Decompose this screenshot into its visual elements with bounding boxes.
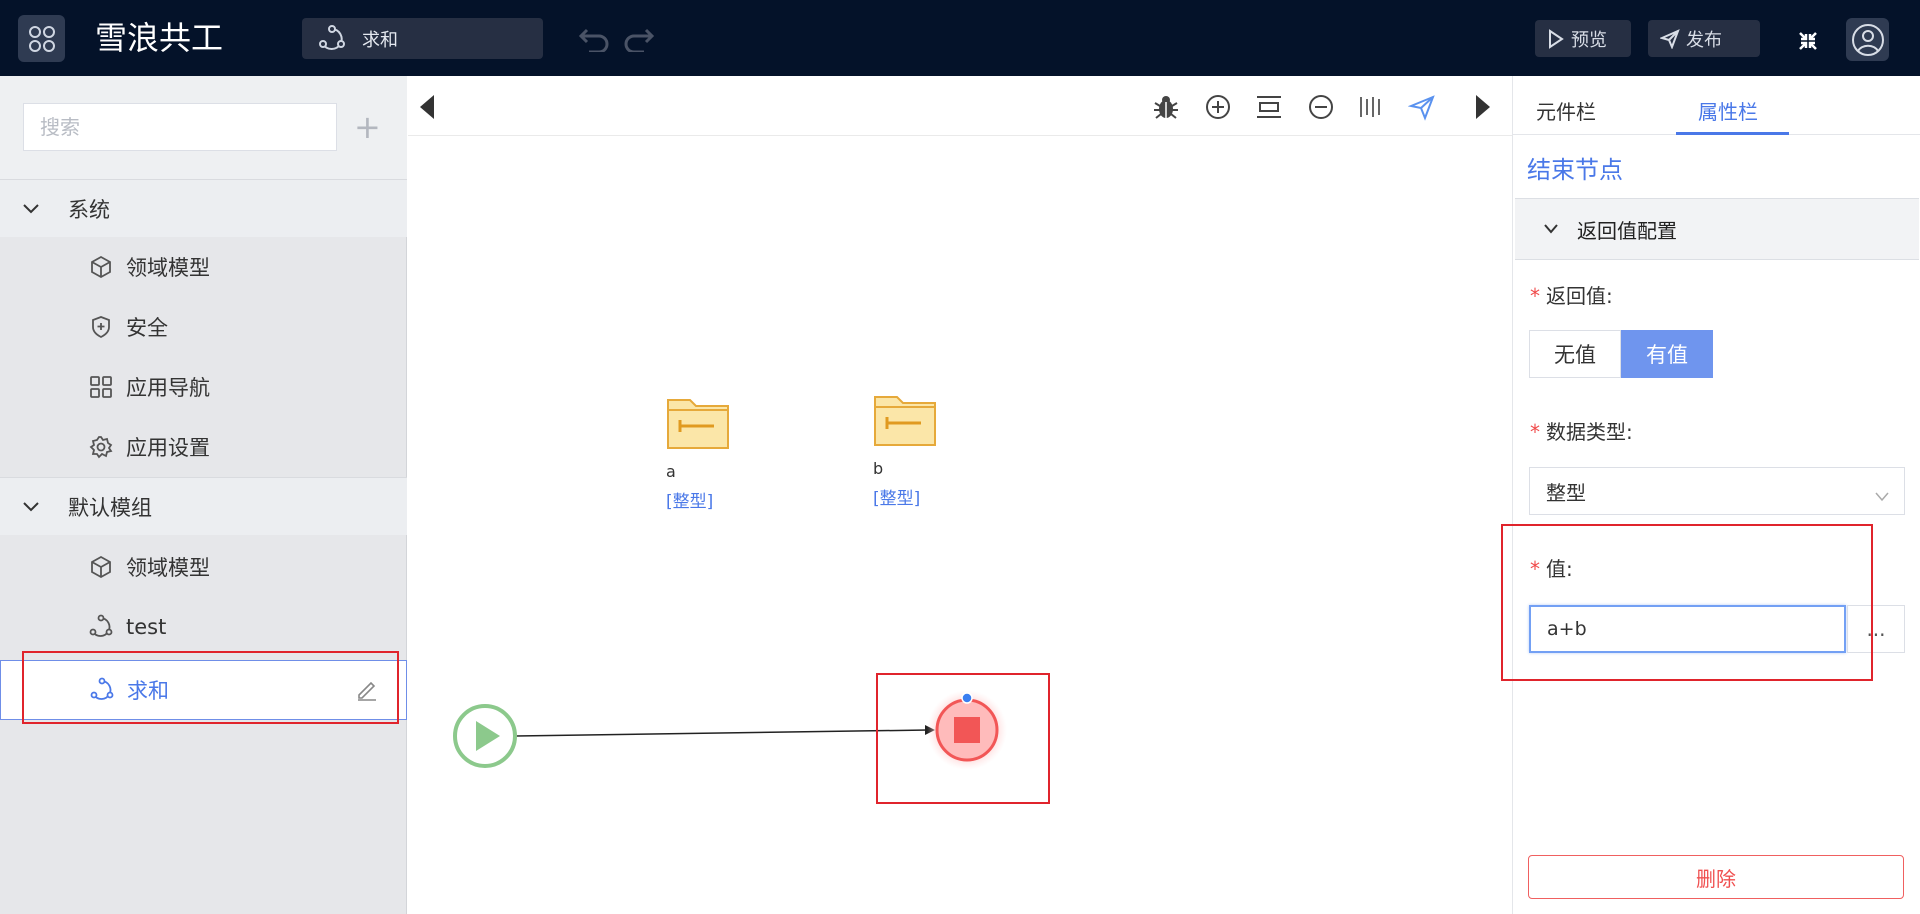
return-config-section[interactable]: 返回值配置 bbox=[1515, 198, 1919, 260]
preview-button[interactable]: 预览 bbox=[1535, 20, 1631, 57]
sidebar-item-label: 领域模型 bbox=[126, 256, 210, 280]
flow-icon bbox=[316, 23, 348, 55]
data-type-value: 整型 bbox=[1546, 480, 1586, 505]
sidebar-item-label: 安全 bbox=[126, 316, 168, 340]
group-label: 默认模组 bbox=[68, 495, 152, 520]
start-node[interactable] bbox=[453, 704, 517, 768]
sidebar-item-app-settings[interactable]: 应用设置 bbox=[0, 417, 407, 477]
highlight-box bbox=[22, 651, 399, 724]
send-icon bbox=[1660, 28, 1680, 49]
cube-icon bbox=[88, 554, 114, 580]
current-flow-tab[interactable]: 求和 bbox=[302, 18, 543, 59]
has-value-option[interactable]: 有值 bbox=[1621, 330, 1713, 378]
highlight-box bbox=[876, 673, 1050, 804]
group-label: 系统 bbox=[68, 197, 110, 222]
section-title: 返回值配置 bbox=[1577, 218, 1677, 243]
group-system[interactable]: 系统 bbox=[0, 179, 407, 237]
publish-button[interactable]: 发布 bbox=[1648, 20, 1760, 57]
sidebar-item-label: 领域模型 bbox=[126, 556, 210, 580]
sidebar-item-test[interactable]: test bbox=[0, 597, 407, 657]
redo-icon[interactable] bbox=[622, 24, 656, 56]
highlight-box bbox=[1501, 524, 1873, 681]
fullscreen-icon[interactable] bbox=[1797, 30, 1819, 56]
properties-panel: 元件栏 属性栏 结束节点 返回值配置 * 返回值: 无值 有值 * 数据类型: 整型… bbox=[1501, 76, 1920, 914]
sidebar-item-label: 应用导航 bbox=[126, 376, 210, 400]
tab-components[interactable]: 元件栏 bbox=[1536, 96, 1596, 125]
sidebar-item-domain-model[interactable]: 领域模型 bbox=[0, 237, 407, 297]
grid-icon bbox=[88, 374, 114, 400]
sidebar-item-app-navigation[interactable]: 应用导航 bbox=[0, 357, 407, 417]
chevron-down-icon bbox=[1874, 484, 1890, 508]
chevron-down-icon bbox=[20, 496, 42, 518]
sidebar-item-domain-model-2[interactable]: 领域模型 bbox=[0, 537, 407, 597]
current-flow-name: 求和 bbox=[362, 29, 398, 51]
sidebar-item-security[interactable]: 安全 bbox=[0, 297, 407, 357]
sidebar-search-area: 搜索 + bbox=[0, 76, 407, 179]
top-bar: 雪浪共工 求和 预览 发布 bbox=[0, 0, 1920, 76]
sidebar-item-label: test bbox=[126, 615, 167, 639]
edge-start-end[interactable] bbox=[515, 725, 935, 737]
preview-label: 预览 bbox=[1571, 29, 1607, 51]
panel-title: 结束节点 bbox=[1527, 156, 1623, 184]
flow-canvas[interactable]: a [整型] b [整型] bbox=[408, 76, 1512, 914]
no-value-option[interactable]: 无值 bbox=[1529, 330, 1621, 378]
app-menu-icon[interactable] bbox=[18, 15, 65, 62]
shield-plus-icon bbox=[88, 314, 114, 340]
user-avatar-icon[interactable] bbox=[1846, 18, 1889, 61]
tab-properties[interactable]: 属性栏 bbox=[1698, 96, 1758, 125]
return-value-label: * 返回值: bbox=[1530, 284, 1613, 308]
cube-icon bbox=[88, 254, 114, 280]
sidebar-search-input[interactable]: 搜索 bbox=[23, 103, 337, 151]
return-value-toggle: 无值 有值 bbox=[1529, 330, 1713, 378]
gear-icon bbox=[88, 434, 114, 460]
delete-button[interactable]: 删除 bbox=[1528, 855, 1904, 899]
app-title: 雪浪共工 bbox=[95, 19, 224, 57]
flow-icon bbox=[88, 614, 114, 640]
data-type-select[interactable]: 整型 bbox=[1529, 467, 1905, 515]
sidebar: 搜索 + 系统 领域模型 安全 应用导航 应用设置 默认模组 领域模型 test… bbox=[0, 76, 407, 914]
undo-icon[interactable] bbox=[577, 24, 611, 56]
group-default-module[interactable]: 默认模组 bbox=[0, 477, 407, 535]
sidebar-item-label: 应用设置 bbox=[126, 436, 210, 460]
publish-label: 发布 bbox=[1686, 29, 1722, 51]
play-outline-icon bbox=[1549, 28, 1564, 49]
active-tab-indicator bbox=[1676, 132, 1789, 135]
data-type-label: * 数据类型: bbox=[1530, 420, 1633, 444]
add-icon[interactable]: + bbox=[354, 111, 381, 143]
chevron-down-icon bbox=[20, 198, 42, 220]
chevron-down-icon bbox=[1543, 220, 1559, 239]
